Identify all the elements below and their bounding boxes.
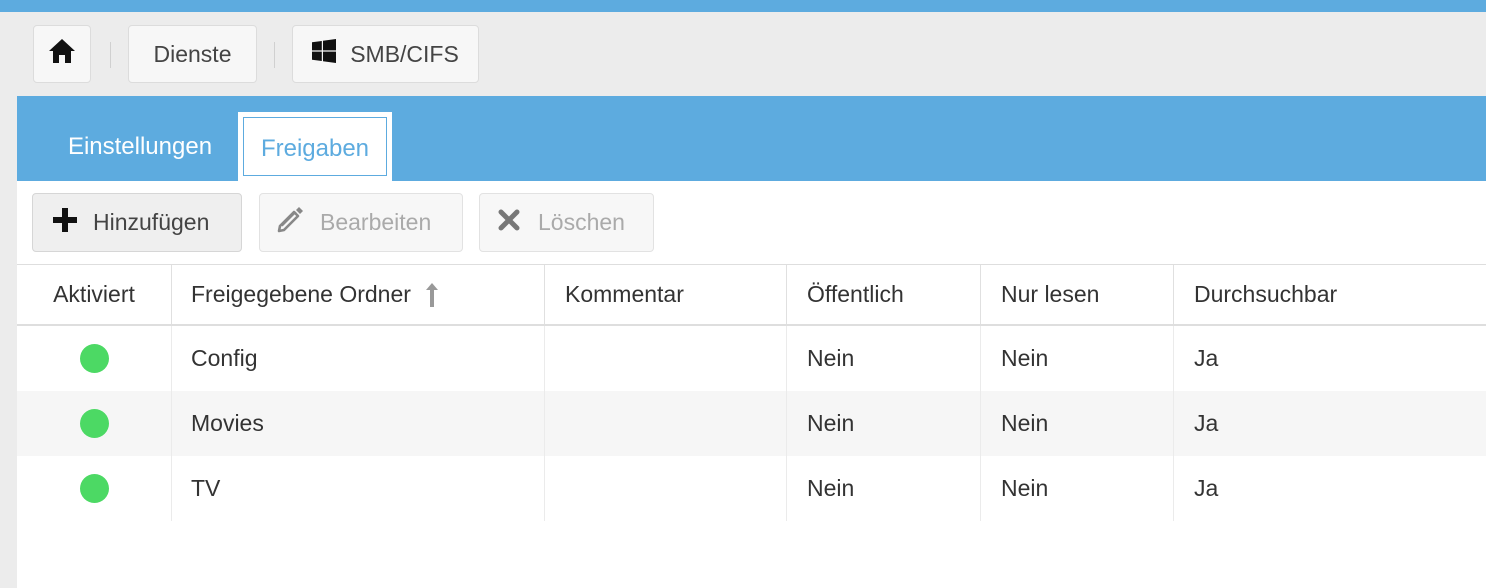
readonly-cell: Nein <box>981 391 1174 456</box>
table-header: Aktiviert Freigegebene Ordner Kommentar … <box>17 264 1486 326</box>
comment-cell <box>545 456 787 521</box>
browsable-cell: Ja <box>1194 475 1219 501</box>
readonly-cell: Nein <box>981 326 1174 391</box>
comment-cell <box>545 391 787 456</box>
column-header-nur-lesen[interactable]: Nur lesen <box>981 265 1174 324</box>
breadcrumb-dienste[interactable]: Dienste <box>128 25 257 83</box>
folder-cell: TV <box>172 456 545 521</box>
table-row[interactable]: Movies Nein Nein Ja <box>17 391 1486 456</box>
column-header-durchsuchbar[interactable]: Durchsuchbar <box>1174 265 1486 324</box>
column-header-kommentar[interactable]: Kommentar <box>545 265 787 324</box>
table-row[interactable]: Config Nein Nein Ja <box>17 326 1486 391</box>
comment-cell <box>545 326 787 391</box>
table-row[interactable]: TV Nein Nein Ja <box>17 456 1486 521</box>
add-button-label: Hinzufügen <box>93 209 210 235</box>
breadcrumb-label: Dienste <box>153 40 232 67</box>
status-enabled-indicator <box>79 409 109 438</box>
home-button[interactable] <box>33 25 91 83</box>
pencil-icon <box>276 206 304 240</box>
breadcrumb-separator <box>274 42 275 68</box>
public-cell: Nein <box>787 456 981 521</box>
tab-label: Freigaben <box>260 134 370 162</box>
windows-icon <box>312 39 337 69</box>
status-enabled-indicator <box>79 474 109 503</box>
tab-bar: Einstellungen Freigaben <box>17 96 1486 181</box>
browsable-cell: Ja <box>1194 410 1219 436</box>
tab-freigaben[interactable]: Freigaben <box>238 112 392 181</box>
add-button[interactable]: Hinzufügen <box>32 193 242 252</box>
folder-cell: Movies <box>172 391 545 456</box>
home-icon <box>48 38 76 70</box>
enabled-cell <box>17 456 172 521</box>
tab-label: Einstellungen <box>67 132 213 160</box>
column-header-aktiviert[interactable]: Aktiviert <box>17 265 172 324</box>
main-panel: Einstellungen Freigaben Hinzufügen Bearb… <box>17 96 1486 588</box>
status-enabled-indicator <box>79 344 109 373</box>
enabled-cell <box>17 391 172 456</box>
column-header-freigegebene-ordner[interactable]: Freigegebene Ordner <box>172 265 545 324</box>
tab-einstellungen[interactable]: Einstellungen <box>35 112 245 181</box>
shares-table: Aktiviert Freigegebene Ordner Kommentar … <box>17 264 1486 521</box>
breadcrumb-smb-cifs[interactable]: SMB/CIFS <box>292 25 479 83</box>
close-icon <box>498 209 520 237</box>
enabled-cell <box>17 326 172 391</box>
folder-cell: Config <box>172 326 545 391</box>
breadcrumb-separator <box>110 42 111 68</box>
public-cell: Nein <box>787 326 981 391</box>
edit-button[interactable]: Bearbeiten <box>259 193 463 252</box>
plus-icon <box>53 207 77 238</box>
column-header-oeffentlich[interactable]: Öffentlich <box>787 265 981 324</box>
sort-ascending-icon <box>425 282 439 308</box>
top-accent-bar <box>0 0 1486 12</box>
readonly-cell: Nein <box>981 456 1174 521</box>
public-cell: Nein <box>787 391 981 456</box>
delete-button[interactable]: Löschen <box>479 193 654 252</box>
delete-button-label: Löschen <box>538 209 625 235</box>
breadcrumb-label: SMB/CIFS <box>350 40 459 67</box>
edit-button-label: Bearbeiten <box>320 209 432 235</box>
browsable-cell: Ja <box>1194 345 1219 371</box>
